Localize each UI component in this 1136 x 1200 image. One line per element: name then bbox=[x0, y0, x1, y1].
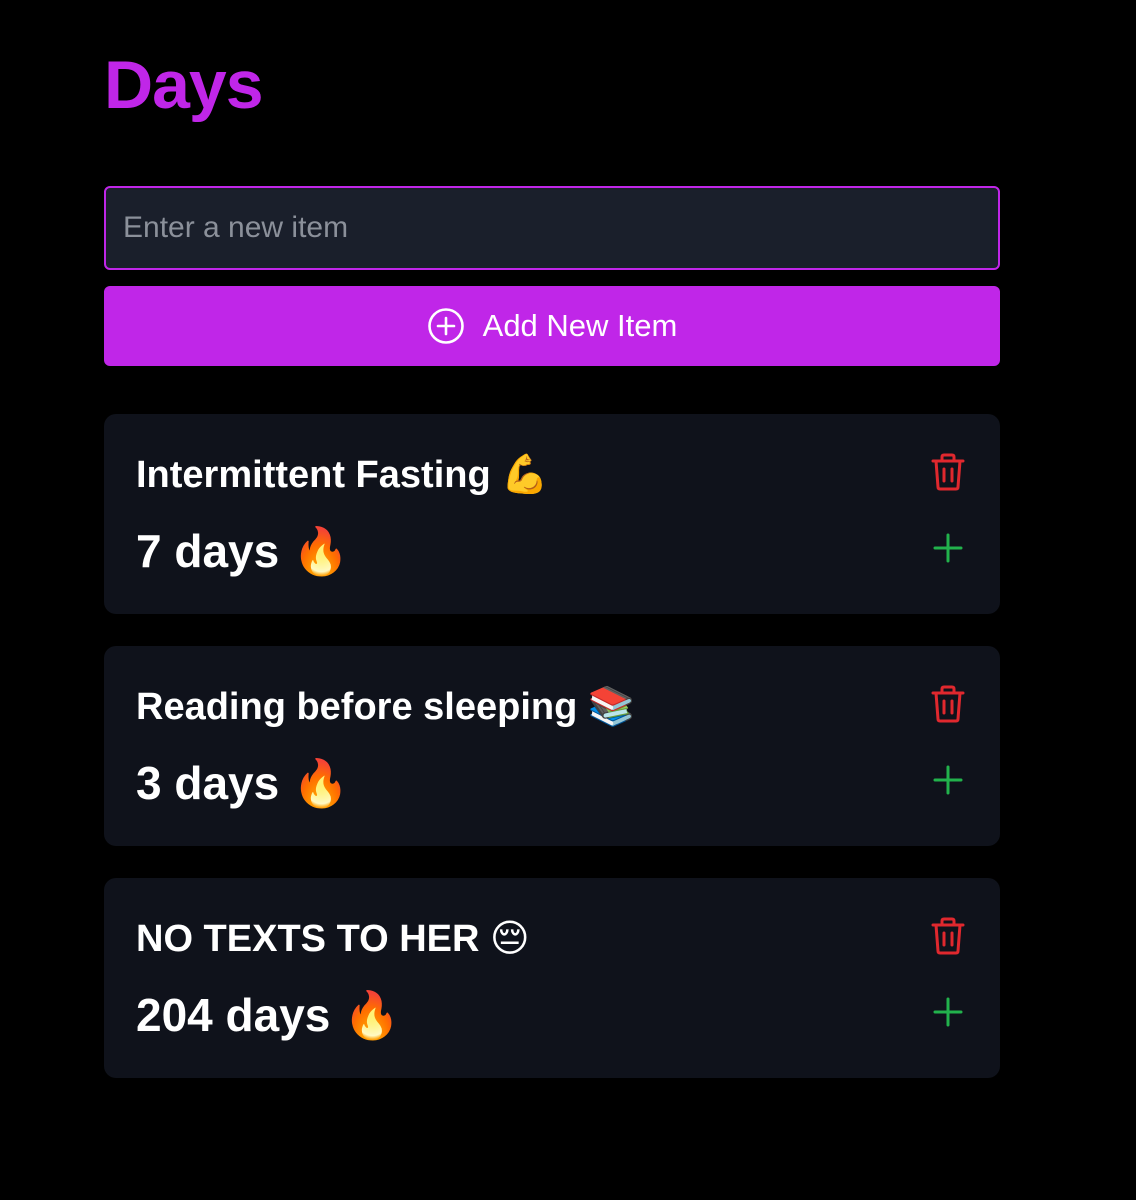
item-title: Intermittent Fasting 💪 bbox=[136, 454, 549, 496]
plus-circle-icon bbox=[427, 307, 465, 345]
plus-icon bbox=[933, 765, 963, 800]
trash-icon bbox=[931, 453, 965, 496]
delete-item-button[interactable] bbox=[930, 917, 966, 960]
item-title: Reading before sleeping 📚 bbox=[136, 686, 636, 728]
add-new-item-button[interactable]: Add New Item bbox=[104, 286, 1000, 366]
add-new-item-label: Add New Item bbox=[482, 308, 678, 343]
trash-icon bbox=[931, 917, 965, 960]
item-card: Reading before sleeping 📚 3 days 🔥 bbox=[104, 646, 1000, 846]
increment-day-button[interactable] bbox=[932, 765, 964, 800]
new-item-input[interactable] bbox=[104, 186, 1000, 270]
item-day-count: 7 days 🔥 bbox=[136, 525, 350, 577]
plus-icon bbox=[933, 533, 963, 568]
delete-item-button[interactable] bbox=[930, 685, 966, 728]
item-title: NO TEXTS TO HER 😔 bbox=[136, 918, 530, 960]
page-title: Days bbox=[104, 47, 264, 123]
item-day-count: 204 days 🔥 bbox=[136, 989, 401, 1041]
item-card: Intermittent Fasting 💪 7 days 🔥 bbox=[104, 414, 1000, 614]
trash-icon bbox=[931, 685, 965, 728]
item-day-count: 3 days 🔥 bbox=[136, 757, 350, 809]
delete-item-button[interactable] bbox=[930, 453, 966, 496]
increment-day-button[interactable] bbox=[932, 533, 964, 568]
plus-icon bbox=[933, 997, 963, 1032]
increment-day-button[interactable] bbox=[932, 997, 964, 1032]
item-card: NO TEXTS TO HER 😔 204 days 🔥 bbox=[104, 878, 1000, 1078]
